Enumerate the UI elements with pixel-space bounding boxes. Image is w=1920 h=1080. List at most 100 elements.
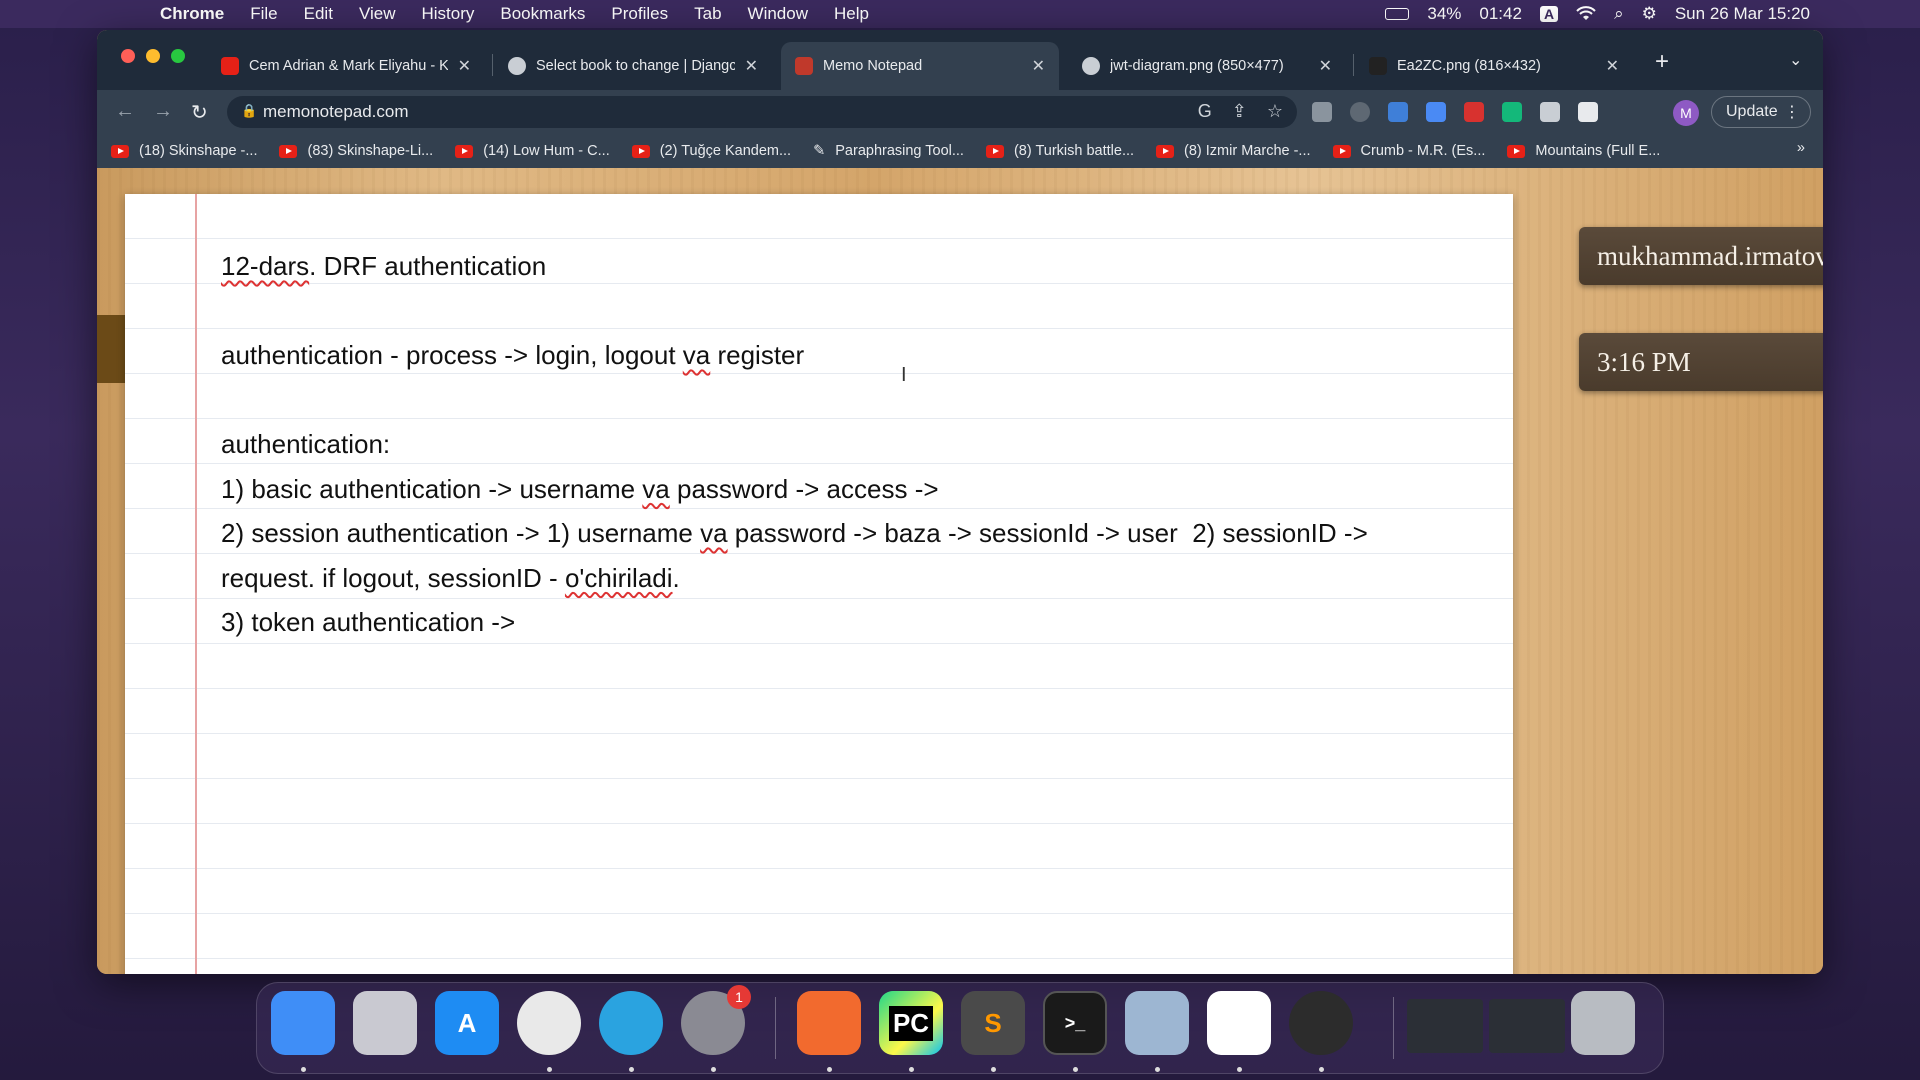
address-bar[interactable]: 🔒 memonotepad.com G ⇪ ☆ bbox=[227, 96, 1297, 128]
terminal-icon[interactable]: >_ bbox=[1043, 991, 1107, 1055]
tab-1[interactable]: Cem Adrian & Mark Eliyahu - K ✕ bbox=[207, 42, 485, 90]
wifi-icon[interactable] bbox=[1576, 6, 1596, 22]
bookmark-item[interactable]: (2) Tuğçe Kandem... bbox=[631, 143, 791, 159]
tab-title: jwt-diagram.png (850×477) bbox=[1110, 58, 1284, 74]
minimize-window-button[interactable] bbox=[146, 49, 160, 63]
obs-icon[interactable] bbox=[1289, 991, 1353, 1055]
tab-3[interactable]: Memo Notepad ✕ bbox=[781, 42, 1059, 90]
bookmark-item[interactable]: (8) Turkish battle... bbox=[985, 143, 1134, 159]
menu-window[interactable]: Window bbox=[748, 4, 808, 24]
screen-recorder-extension-icon[interactable] bbox=[1388, 102, 1408, 122]
menu-file[interactable]: File bbox=[250, 4, 277, 24]
app-menus: Chrome File Edit View History Bookmarks Profil… bbox=[160, 4, 869, 24]
app-name-menu[interactable]: Chrome bbox=[160, 4, 224, 24]
tab-4[interactable]: jwt-diagram.png (850×477) ✕ bbox=[1068, 42, 1346, 90]
menu-edit[interactable]: Edit bbox=[304, 4, 333, 24]
profile-avatar[interactable]: M bbox=[1673, 100, 1699, 126]
battery-percent: 34% bbox=[1427, 4, 1462, 23]
update-button[interactable]: Update ⋮ bbox=[1711, 96, 1811, 128]
misspelled-word: 12-dars bbox=[221, 251, 310, 281]
bookmark-item[interactable]: Mountains (Full E... bbox=[1507, 143, 1660, 159]
chrome-icon[interactable] bbox=[517, 991, 581, 1055]
slack-icon[interactable] bbox=[1207, 991, 1271, 1055]
launchpad-icon[interactable] bbox=[353, 991, 417, 1055]
notepad-editor[interactable]: 12-dars. DRF authentication authenticatio… bbox=[125, 194, 1513, 974]
menu-help[interactable]: Help bbox=[834, 4, 869, 24]
dock-icon-label: S bbox=[984, 1007, 1002, 1038]
bookmark-item[interactable]: (83) Skinshape-Li... bbox=[279, 143, 433, 159]
menu-view[interactable]: View bbox=[359, 4, 396, 24]
close-tab-icon[interactable]: ✕ bbox=[458, 56, 471, 76]
translate-extension-icon[interactable] bbox=[1426, 102, 1446, 122]
bookmark-item[interactable]: Crumb - M.R. (Es... bbox=[1332, 143, 1485, 159]
note-text-segment: authentication: bbox=[221, 429, 391, 459]
bookmark-star-icon[interactable]: ☆ bbox=[1267, 101, 1283, 122]
bookmark-item[interactable]: ✎ Paraphrasing Tool... bbox=[813, 143, 964, 159]
bookmark-label: (18) Skinshape -... bbox=[139, 143, 258, 159]
bookmark-item[interactable]: (18) Skinshape -... bbox=[111, 143, 257, 159]
lock-icon[interactable]: 🔒 bbox=[241, 103, 257, 119]
grammar-extension-icon[interactable] bbox=[1502, 102, 1522, 122]
screenshot-extension-icon[interactable] bbox=[1312, 102, 1332, 122]
datetime[interactable]: Sun 26 Mar 15:20 bbox=[1675, 4, 1810, 24]
note-text[interactable]: 12-dars. DRF authentication authenticatio… bbox=[221, 244, 1481, 645]
sublime-text-icon[interactable]: S bbox=[961, 991, 1025, 1055]
macos-dock: A 1 PC S >_ bbox=[256, 982, 1664, 1074]
close-tab-icon[interactable]: ✕ bbox=[745, 56, 758, 76]
circle-extension-icon[interactable] bbox=[1350, 102, 1370, 122]
username: mukhammad.irmatov bbox=[1597, 240, 1823, 271]
system-settings-icon[interactable]: 1 bbox=[681, 985, 751, 1055]
bookmark-item[interactable]: (8) Izmir Marche -... bbox=[1156, 143, 1311, 159]
close-tab-icon[interactable]: ✕ bbox=[1032, 56, 1045, 76]
zoom-window-button[interactable] bbox=[171, 49, 185, 63]
globe-icon bbox=[508, 57, 526, 75]
left-side-tab[interactable] bbox=[97, 315, 125, 383]
bookmark-label: (8) Izmir Marche -... bbox=[1184, 143, 1311, 159]
tab-title: Cem Adrian & Mark Eliyahu - K bbox=[249, 58, 448, 74]
close-window-button[interactable] bbox=[121, 49, 135, 63]
tab-search-chevron-icon[interactable]: ⌄ bbox=[1789, 50, 1802, 70]
tab-2[interactable]: Select book to change | Djangc ✕ bbox=[494, 42, 772, 90]
note-text-segment: . DRF authentication bbox=[309, 251, 547, 281]
close-tab-icon[interactable]: ✕ bbox=[1606, 56, 1619, 76]
pen-app-icon[interactable] bbox=[797, 991, 861, 1055]
bookmarks-bar: (18) Skinshape -... (83) Skinshape-Li... (… bbox=[97, 134, 1823, 168]
back-arrow-icon[interactable]: ← bbox=[115, 100, 135, 123]
pycharm-icon[interactable]: PC bbox=[879, 991, 943, 1055]
bookmark-label: (14) Low Hum - C... bbox=[483, 143, 610, 159]
menu-bookmarks[interactable]: Bookmarks bbox=[500, 4, 585, 24]
username-card[interactable]: mukhammad.irmatov bbox=[1579, 227, 1823, 285]
finder-icon[interactable] bbox=[271, 991, 335, 1055]
forward-arrow-icon[interactable]: → bbox=[153, 100, 173, 123]
google-lens-icon[interactable]: G bbox=[1198, 101, 1212, 122]
new-tab-button[interactable]: + bbox=[1655, 48, 1669, 76]
pdf-extension-icon[interactable] bbox=[1464, 102, 1484, 122]
menu-tab[interactable]: Tab bbox=[694, 4, 721, 24]
trash-icon[interactable] bbox=[1571, 991, 1635, 1055]
note-line: authentication: bbox=[221, 422, 1481, 467]
control-center-icon[interactable]: ⚙ bbox=[1642, 4, 1657, 24]
bookmark-label: Paraphrasing Tool... bbox=[835, 143, 964, 159]
pycharm-window-2[interactable] bbox=[1489, 999, 1565, 1053]
spotlight-search-icon[interactable]: ⌕ bbox=[1614, 4, 1624, 24]
side-panel-icon[interactable] bbox=[1578, 102, 1598, 122]
bookmark-item[interactable]: (14) Low Hum - C... bbox=[455, 143, 610, 159]
web-page: 12-dars. DRF authentication authenticatio… bbox=[97, 168, 1823, 974]
tab-separator bbox=[1353, 54, 1354, 76]
battery-icon[interactable] bbox=[1385, 8, 1410, 20]
tab-5[interactable]: Ea2ZC.png (816×432) ✕ bbox=[1355, 42, 1633, 90]
telegram-icon[interactable] bbox=[599, 991, 663, 1055]
share-icon[interactable]: ⇪ bbox=[1232, 101, 1247, 122]
more-bookmarks-chevron-icon[interactable]: » bbox=[1797, 140, 1805, 156]
more-menu-icon[interactable]: ⋮ bbox=[1784, 102, 1800, 122]
input-source-icon[interactable]: A bbox=[1539, 6, 1559, 22]
app-store-icon[interactable]: A bbox=[435, 991, 499, 1055]
pgadmin-icon[interactable] bbox=[1125, 991, 1189, 1055]
extensions-puzzle-icon[interactable] bbox=[1540, 102, 1560, 122]
menu-profiles[interactable]: Profiles bbox=[611, 4, 668, 24]
menu-history[interactable]: History bbox=[421, 4, 474, 24]
close-tab-icon[interactable]: ✕ bbox=[1319, 56, 1332, 76]
note-line bbox=[221, 378, 1481, 423]
reload-icon[interactable]: ↻ bbox=[191, 100, 208, 125]
pycharm-window-1[interactable] bbox=[1407, 999, 1483, 1053]
